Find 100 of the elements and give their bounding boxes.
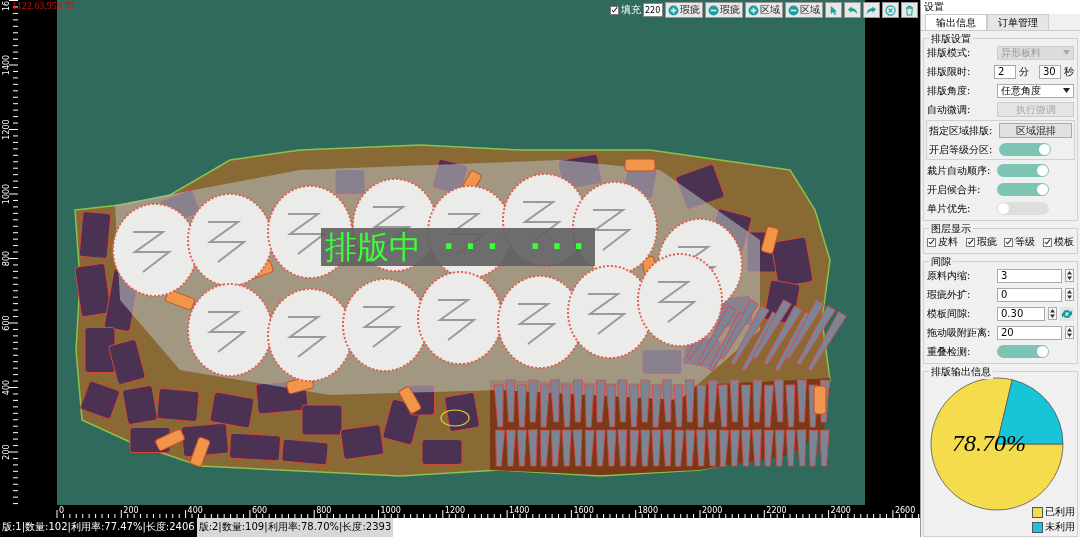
checkbox[interactable] bbox=[610, 5, 619, 15]
pie-label: 78.70% bbox=[952, 430, 1026, 457]
field-label: 排版角度: bbox=[927, 83, 972, 98]
add-button[interactable]: 瑕疵 bbox=[665, 2, 703, 18]
legend-label: 已利用 bbox=[1045, 505, 1075, 519]
spin-button[interactable] bbox=[1065, 288, 1074, 301]
undo-button[interactable] bbox=[844, 2, 861, 18]
ruler-label: 800 bbox=[316, 506, 332, 515]
layout-tab[interactable]: 版:1|数量:102|利用率:77.47%|长度:2406 bbox=[0, 518, 197, 537]
toggle-switch[interactable] bbox=[997, 183, 1049, 196]
checkbox[interactable] bbox=[1042, 237, 1052, 247]
unit-label: 分 bbox=[1019, 64, 1029, 79]
ruler-label: 1200 bbox=[2, 119, 11, 140]
pointer-icon bbox=[828, 4, 839, 16]
progress-dots: · · · · · · bbox=[443, 232, 585, 262]
spin-button[interactable] bbox=[1065, 269, 1074, 282]
field-label: 模板间隙: bbox=[927, 306, 972, 321]
add-button[interactable]: 区域 bbox=[745, 2, 783, 18]
group-title: 排版设置 bbox=[929, 32, 973, 46]
layout-tab[interactable]: 版:2|数量:109|利用率:78.70%|长度:2393 bbox=[196, 518, 394, 537]
field-label: 排版模式: bbox=[927, 45, 972, 60]
spin-arrows-icon bbox=[1067, 271, 1072, 280]
ruler-label: 2200 bbox=[766, 506, 787, 515]
ruler-label: 400 bbox=[187, 506, 203, 515]
group-title: 间隙 bbox=[929, 255, 953, 269]
field-label: 瑕疵外扩: bbox=[927, 287, 972, 302]
ruler-label: 400 bbox=[2, 379, 11, 396]
checkbox-label: 模板 bbox=[1053, 235, 1074, 249]
ruler-label: 1400 bbox=[2, 54, 11, 76]
checkbox-label: 等级 bbox=[1015, 235, 1036, 249]
checkbox[interactable] bbox=[927, 237, 936, 247]
minus-icon bbox=[708, 4, 719, 16]
remove-button[interactable]: 瑕疵 bbox=[705, 2, 743, 18]
field-label: 单片优先: bbox=[927, 201, 972, 216]
spin-arrows-icon bbox=[1067, 328, 1072, 337]
panel-tab[interactable]: 订单管理 bbox=[987, 14, 1049, 30]
toggle-switch[interactable] bbox=[997, 345, 1049, 358]
ruler-label: 2000 bbox=[702, 506, 723, 515]
redo-button[interactable] bbox=[863, 2, 880, 18]
spin-button[interactable] bbox=[1048, 307, 1057, 320]
field-label: 排版限时: bbox=[927, 64, 972, 79]
unit-label: 秒 bbox=[1064, 64, 1074, 79]
ruler-label: 1000 bbox=[380, 506, 401, 515]
spin-button[interactable] bbox=[1065, 326, 1074, 339]
group-title: 图层显示 bbox=[929, 222, 973, 236]
spin-arrows-icon bbox=[1067, 290, 1072, 299]
ruler-label: 0 bbox=[59, 506, 65, 515]
legend-label: 未利用 bbox=[1045, 520, 1075, 534]
trash-icon bbox=[904, 4, 915, 16]
minutes-field[interactable]: 2 bbox=[994, 64, 1016, 79]
ruler-label: 16 bbox=[2, 0, 11, 12]
ruler-label: 1600 bbox=[573, 506, 594, 515]
toggle-switch[interactable] bbox=[997, 164, 1049, 177]
field-label: 重叠检测: bbox=[927, 344, 972, 359]
ruler-label: 600 bbox=[251, 506, 268, 515]
field-label: 裁片自动顺序: bbox=[927, 163, 992, 178]
action-button[interactable]: 区域混排 bbox=[999, 123, 1072, 138]
dropdown[interactable]: 任意角度 bbox=[997, 83, 1074, 98]
number-field[interactable]: 20 bbox=[997, 325, 1062, 340]
field-label: 自动微调: bbox=[927, 102, 972, 117]
ruler-label: 200 bbox=[2, 444, 11, 460]
ruler-label: 1800 bbox=[637, 506, 659, 515]
number-field[interactable]: 3 bbox=[997, 268, 1062, 283]
cancel-button[interactable] bbox=[882, 2, 899, 18]
ruler-label: 2600 bbox=[894, 506, 916, 515]
delete-button[interactable] bbox=[901, 2, 918, 18]
field-label: 原料内缩: bbox=[927, 268, 972, 283]
undo-icon bbox=[847, 4, 858, 16]
ruler-label: 600 bbox=[2, 315, 11, 331]
checkbox[interactable] bbox=[965, 237, 975, 247]
ruler-label: 1400 bbox=[509, 506, 530, 515]
field-label: 开启等级分区: bbox=[929, 142, 994, 157]
minus-icon bbox=[788, 4, 799, 16]
checkbox[interactable] bbox=[1004, 237, 1014, 247]
checkbox-label: 填充 bbox=[621, 3, 641, 17]
ruler-label: 800 bbox=[2, 250, 11, 267]
fill-input[interactable]: 220 bbox=[643, 3, 663, 17]
checkbox-label: 瑕疵 bbox=[976, 235, 997, 249]
caret-icon bbox=[1063, 88, 1070, 93]
ruler-label: 200 bbox=[123, 506, 139, 515]
seconds-field[interactable]: 30 bbox=[1039, 64, 1061, 79]
number-field[interactable]: 0 bbox=[997, 287, 1062, 302]
select-button[interactable] bbox=[825, 2, 842, 18]
caret-icon bbox=[1063, 50, 1070, 55]
plus-icon bbox=[668, 4, 679, 16]
field-label: 开启候合并: bbox=[927, 182, 982, 197]
toggle-switch[interactable] bbox=[999, 143, 1051, 156]
group-title: 排版输出信息 bbox=[929, 365, 993, 379]
ruler-label: 1000 bbox=[2, 183, 11, 205]
field-label: 指定区域排版: bbox=[929, 123, 994, 138]
toggle-switch[interactable] bbox=[997, 202, 1049, 215]
number-field[interactable]: 0.30 bbox=[997, 306, 1045, 321]
remove-button[interactable]: 区域 bbox=[785, 2, 823, 18]
panel-title: 设置 bbox=[921, 0, 1080, 14]
ruler-label: 2400 bbox=[830, 506, 851, 515]
checkbox-label: 皮料 bbox=[938, 235, 958, 249]
panel-tab[interactable]: 输出信息 bbox=[925, 14, 987, 30]
ruler-label: 1200 bbox=[444, 506, 466, 515]
cursor-coordinates: 1122.63,950.70 bbox=[12, 0, 75, 11]
plus-icon bbox=[748, 4, 759, 16]
